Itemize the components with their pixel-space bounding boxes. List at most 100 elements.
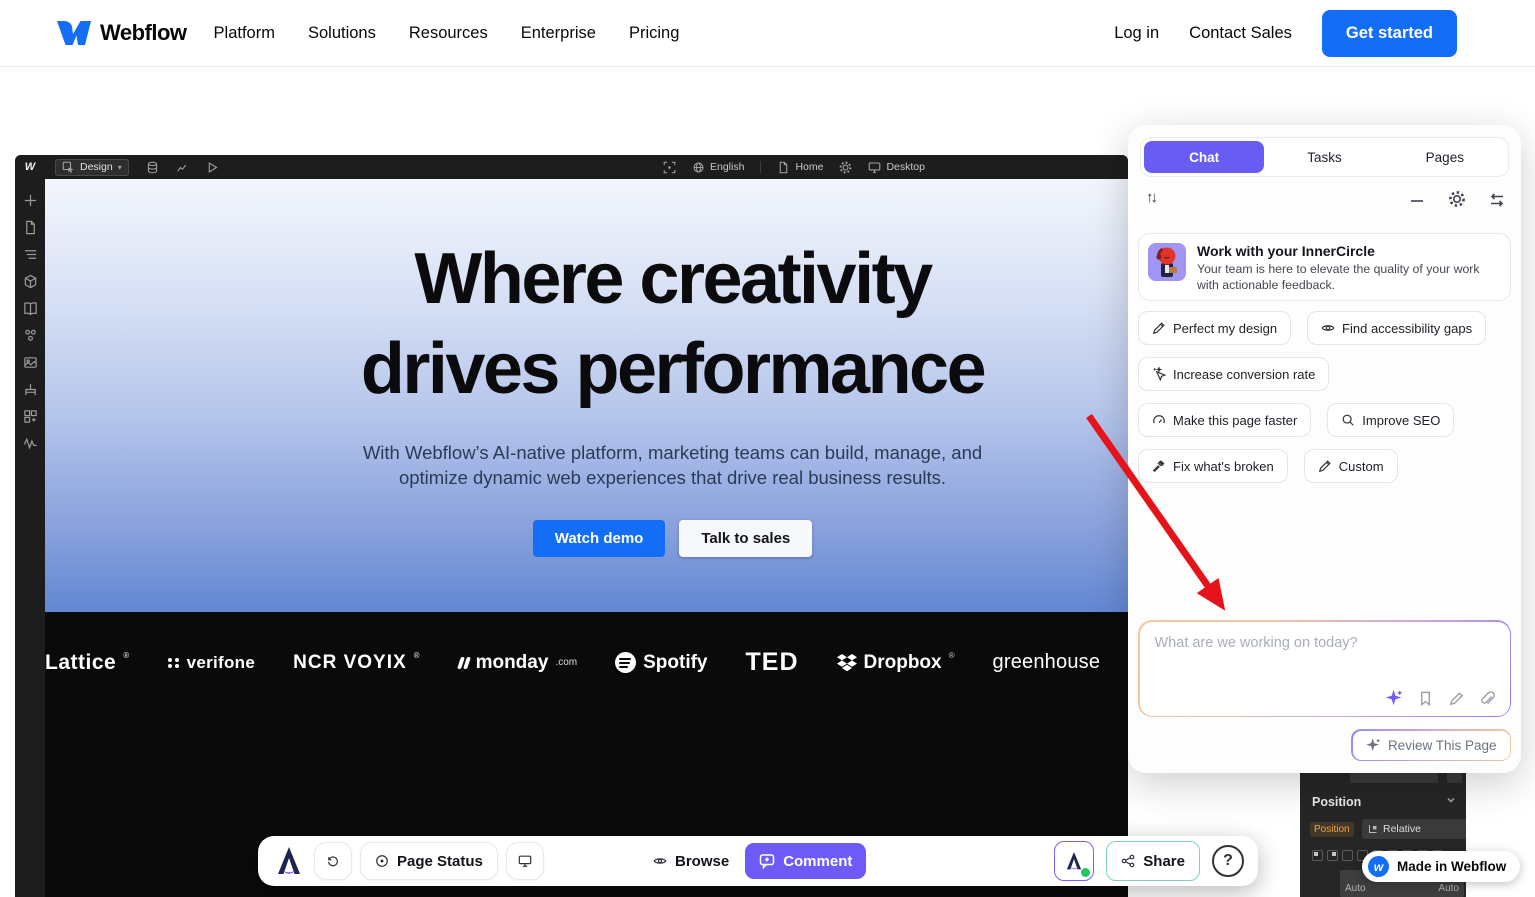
hero-cta-group: Watch demo Talk to sales xyxy=(45,520,1128,557)
chevron-down-icon: ▾ xyxy=(118,163,122,172)
bookmark-icon[interactable] xyxy=(1417,690,1434,707)
nav-solutions[interactable]: Solutions xyxy=(308,24,376,43)
components-icon[interactable] xyxy=(23,274,38,289)
minimize-icon[interactable] xyxy=(1408,192,1426,210)
pages-icon[interactable] xyxy=(23,220,38,235)
assistant-app-button[interactable] xyxy=(1054,841,1094,881)
edit-pen-icon[interactable] xyxy=(1448,690,1465,707)
login-link[interactable]: Log in xyxy=(1114,24,1159,43)
nav-platform[interactable]: Platform xyxy=(214,24,275,43)
comment-button[interactable]: Comment xyxy=(745,843,866,879)
monday-slash-icon xyxy=(457,657,471,669)
contact-sales-link[interactable]: Contact Sales xyxy=(1189,24,1292,43)
interactions-icon[interactable] xyxy=(23,436,38,451)
chip-label: Custom xyxy=(1339,459,1384,474)
browse-button[interactable]: Browse xyxy=(653,853,729,870)
chip-label: Increase conversion rate xyxy=(1173,367,1315,382)
designer-left-toolbar xyxy=(15,179,45,897)
tab-pages[interactable]: Pages xyxy=(1385,141,1505,173)
monday-logo: monday.com xyxy=(459,652,578,674)
settings-gear-icon[interactable] xyxy=(1448,190,1466,208)
sort-icon[interactable]: ↑↓ xyxy=(1146,189,1155,206)
page-button[interactable]: Home xyxy=(777,161,823,174)
breakpoint-button[interactable]: Desktop xyxy=(868,161,925,174)
chip-make-this-page-faster[interactable]: Make this page faster xyxy=(1138,403,1311,437)
design-mode-dropdown[interactable]: Design ▾ xyxy=(55,159,129,176)
page-status-button[interactable]: Page Status xyxy=(360,842,498,880)
chat-input[interactable] xyxy=(1140,622,1510,684)
media-image-icon[interactable] xyxy=(23,355,38,370)
ai-sparkle-icon[interactable] xyxy=(1386,690,1403,707)
position-property-label[interactable]: Position xyxy=(1310,822,1354,837)
add-element-icon[interactable] xyxy=(23,193,38,208)
target-icon xyxy=(375,854,389,868)
cms-button[interactable] xyxy=(146,161,159,174)
designer-webflow-icon[interactable]: W xyxy=(15,161,45,173)
position-value-dropdown[interactable]: Relative ▾ xyxy=(1362,819,1466,839)
refresh-icon xyxy=(326,854,340,868)
assets-book-icon[interactable] xyxy=(23,301,38,316)
verifone-dots-icon xyxy=(168,658,180,668)
section-collapse-chevron-icon[interactable] xyxy=(1446,795,1456,805)
chip-find-accessibility-gaps[interactable]: Find accessibility gaps xyxy=(1307,311,1486,345)
locale-button[interactable]: English xyxy=(692,161,744,174)
focus-icon[interactable] xyxy=(663,161,676,174)
refresh-button[interactable] xyxy=(314,842,352,880)
eye-icon xyxy=(1321,321,1335,335)
play-icon xyxy=(206,161,219,174)
tab-tasks[interactable]: Tasks xyxy=(1264,141,1384,173)
magic-cursor-icon xyxy=(1152,367,1166,381)
tab-chat[interactable]: Chat xyxy=(1144,141,1264,173)
share-button[interactable]: Share xyxy=(1106,841,1200,881)
chat-input-actions xyxy=(1386,690,1496,707)
suggestion-chips: Perfect my design Find accessibility gap… xyxy=(1138,311,1513,483)
chip-label: Perfect my design xyxy=(1173,321,1277,336)
chip-label: Improve SEO xyxy=(1362,413,1440,428)
talk-to-sales-button[interactable]: Talk to sales xyxy=(679,520,812,557)
assistant-chat-panel: Chat Tasks Pages ↑↓ xyxy=(1128,125,1521,773)
hammer-icon xyxy=(1152,459,1166,473)
styles-drops-icon[interactable] xyxy=(23,328,38,343)
attach-paperclip-icon[interactable] xyxy=(1479,690,1496,707)
chip-custom[interactable]: Custom xyxy=(1304,449,1398,483)
page-settings-gear-icon[interactable] xyxy=(839,161,852,174)
top-navigation: Webflow Platform Solutions Resources Ent… xyxy=(0,0,1535,67)
watch-demo-button[interactable]: Watch demo xyxy=(533,520,666,557)
nav-resources[interactable]: Resources xyxy=(409,24,488,43)
chip-increase-conversion-rate[interactable]: Increase conversion rate xyxy=(1138,357,1329,391)
hero-heading: Where creativity drives performance xyxy=(45,234,1128,414)
get-started-button[interactable]: Get started xyxy=(1322,10,1457,57)
apps-icon[interactable] xyxy=(23,409,38,424)
nav-enterprise[interactable]: Enterprise xyxy=(521,24,596,43)
site-structure-icon[interactable] xyxy=(23,382,38,397)
search-icon xyxy=(1341,413,1355,427)
designer-screenshot: W Design ▾ English xyxy=(15,155,1128,897)
verifone-logo: verifone xyxy=(168,653,256,673)
webflow-logo[interactable]: Webflow xyxy=(57,20,187,46)
analytics-button[interactable] xyxy=(176,161,189,174)
designer-topbar-center: English Home Desktop xyxy=(663,155,925,179)
hero-subtitle-line2: optimize dynamic web experiences that dr… xyxy=(399,467,946,488)
gauge-icon xyxy=(1152,413,1166,427)
swap-icon[interactable] xyxy=(1488,191,1506,209)
preview-button[interactable] xyxy=(206,161,219,174)
desktop-icon xyxy=(868,161,881,174)
monitor-icon xyxy=(518,854,532,868)
designer-topbar: W Design ▾ English xyxy=(15,155,1128,179)
navigator-icon[interactable] xyxy=(23,247,38,262)
innercircle-card[interactable]: Work with your InnerCircle Your team is … xyxy=(1138,233,1511,301)
spotify-logo: Spotify xyxy=(615,652,707,674)
astro-logo[interactable] xyxy=(272,844,306,878)
help-button[interactable]: ? xyxy=(1212,845,1244,877)
nav-pricing[interactable]: Pricing xyxy=(629,24,679,43)
dropbox-logo: Dropbox® xyxy=(837,652,955,674)
chip-perfect-my-design[interactable]: Perfect my design xyxy=(1138,311,1291,345)
chip-fix-whats-broken[interactable]: Fix what's broken xyxy=(1138,449,1288,483)
review-this-page-button[interactable]: Review This Page xyxy=(1351,729,1511,761)
comment-plus-icon xyxy=(759,853,775,869)
spotify-icon xyxy=(615,652,636,673)
hero-heading-line2: drives performance xyxy=(361,329,984,409)
chip-improve-seo[interactable]: Improve SEO xyxy=(1327,403,1454,437)
device-preview-button[interactable] xyxy=(506,842,544,880)
made-in-webflow-badge[interactable]: w Made in Webflow xyxy=(1362,851,1520,882)
